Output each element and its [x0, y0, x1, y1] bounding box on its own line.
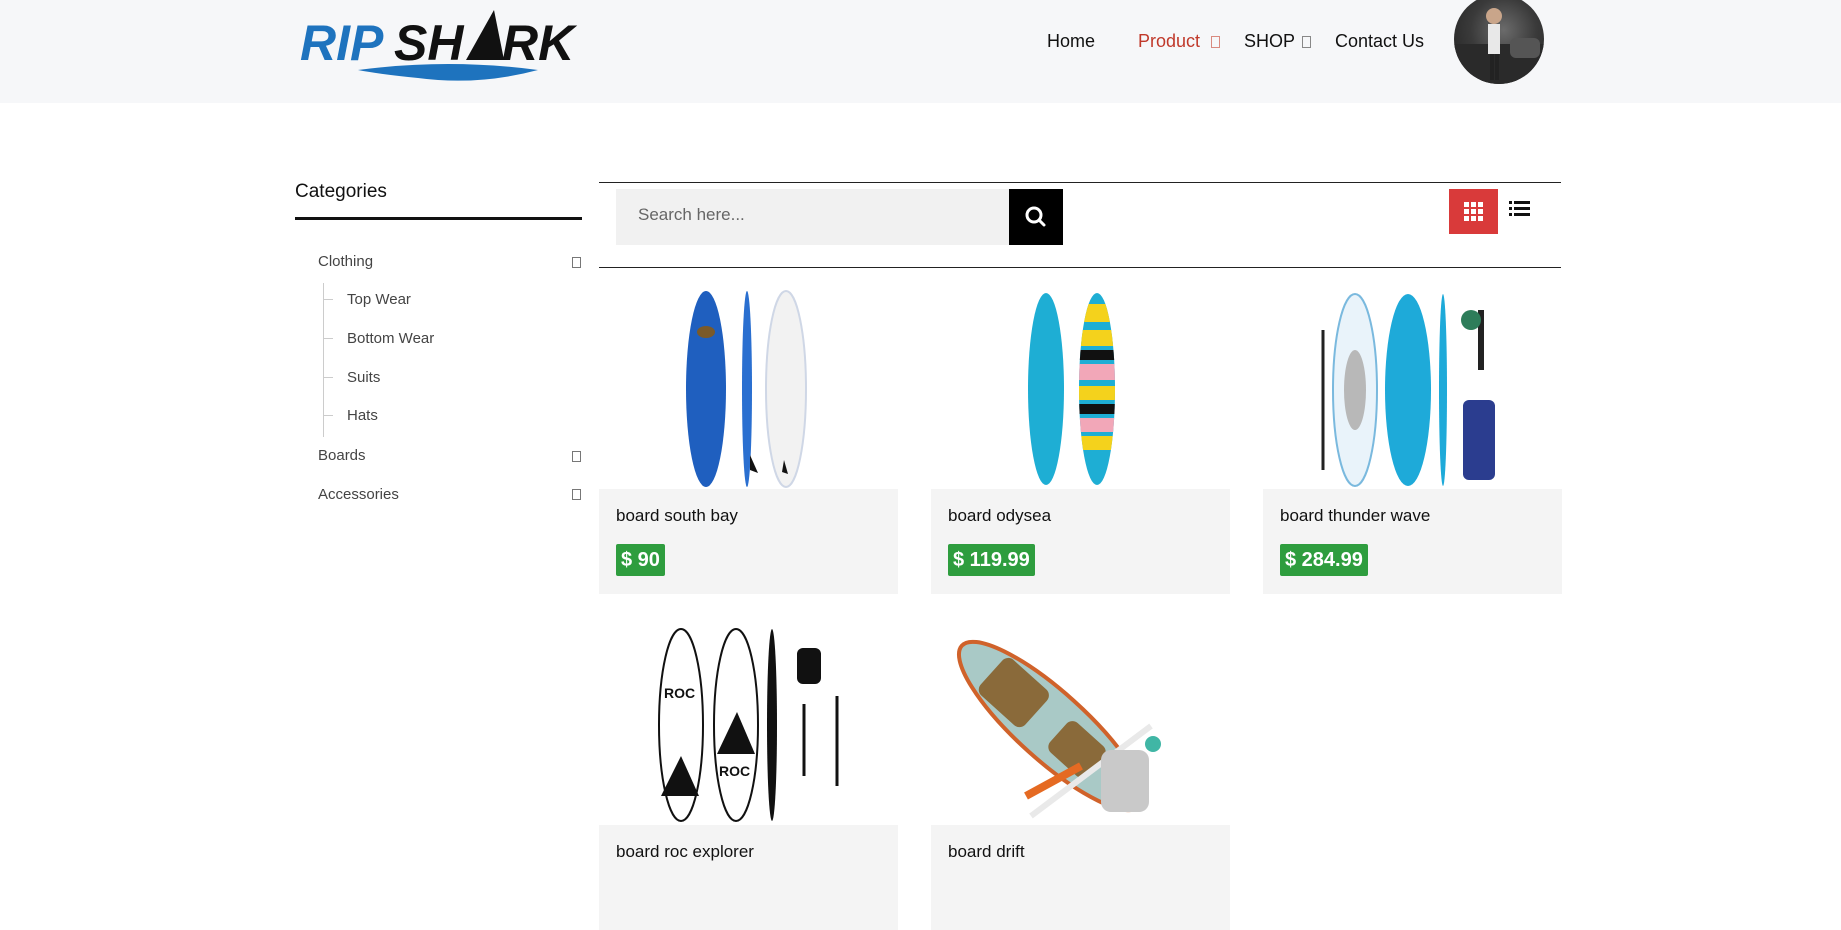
expand-icon[interactable]	[572, 451, 581, 462]
product-price: $ 119.99	[948, 544, 1035, 576]
logo-text-shark: SH	[394, 15, 464, 71]
categories-divider	[295, 217, 582, 220]
avatar-image	[1454, 8, 1544, 84]
category-boards[interactable]: Boards	[318, 447, 366, 464]
product-info: board odysea $ 119.99	[931, 489, 1230, 594]
nav-shop[interactable]: SHOP	[1244, 31, 1295, 55]
product-info: board south bay $ 90	[599, 489, 898, 594]
expand-icon[interactable]	[572, 489, 581, 500]
categories-title: Categories	[295, 181, 387, 202]
grid-view-button[interactable]	[1449, 189, 1498, 234]
product-name[interactable]: board south bay	[616, 506, 738, 526]
category-suits[interactable]: Suits	[347, 369, 380, 386]
product-image[interactable]	[931, 626, 1230, 825]
product-name[interactable]: board thunder wave	[1280, 506, 1430, 526]
toolbar-top-rule	[599, 182, 1561, 183]
category-accessories[interactable]: Accessories	[318, 486, 399, 503]
expand-icon[interactable]	[572, 257, 581, 268]
tree-tick	[323, 377, 333, 378]
search-placeholder: Search here...	[638, 205, 745, 224]
product-image[interactable]	[1263, 290, 1562, 489]
caret-icon[interactable]	[1302, 36, 1311, 48]
tree-tick	[323, 415, 333, 416]
nav-product[interactable]: Product	[1138, 31, 1200, 55]
ripshark-logo[interactable]: RIP SH RK	[298, 6, 588, 82]
product-info: board drift	[931, 825, 1230, 930]
shark-fin-icon	[466, 10, 504, 60]
grid-view-icon	[1464, 202, 1483, 221]
logo-text-rip: RIP	[300, 15, 384, 71]
product-name[interactable]: board odysea	[948, 506, 1051, 526]
product-name[interactable]: board drift	[948, 842, 1025, 862]
svg-text:ROC: ROC	[719, 763, 750, 779]
sup-kit-image	[1321, 293, 1495, 487]
product-info: board roc explorer	[599, 825, 898, 930]
sup-kit-image: ROC ROC	[658, 628, 839, 822]
product-info: board thunder wave $ 284.99	[1263, 489, 1562, 594]
product-image[interactable]	[931, 290, 1230, 489]
surfboard-image	[1028, 293, 1115, 485]
product-image[interactable]: ROC ROC	[599, 626, 898, 825]
sup-kit-image	[956, 639, 1161, 819]
category-clothing[interactable]: Clothing	[318, 253, 373, 270]
svg-text:ROC: ROC	[664, 685, 695, 701]
tree-tick	[323, 338, 333, 339]
product-image[interactable]	[599, 290, 898, 489]
category-bottom-wear[interactable]: Bottom Wear	[347, 330, 434, 347]
tree-line	[323, 283, 324, 437]
list-view-button[interactable]	[1508, 197, 1532, 221]
nav-home[interactable]: Home	[1047, 31, 1095, 55]
product-price: $ 284.99	[1280, 544, 1368, 576]
product-name[interactable]: board roc explorer	[616, 842, 754, 862]
site-header: RIP SH RK Home Product SHOP Contact Us	[0, 0, 1841, 103]
logo-text-rk: RK	[502, 15, 578, 71]
list-view-icon	[1509, 201, 1530, 216]
product-price: $ 90	[616, 544, 665, 576]
surfboard-image	[686, 290, 807, 488]
toolbar-bottom-rule	[599, 267, 1561, 268]
category-top-wear[interactable]: Top Wear	[347, 291, 411, 308]
search-button[interactable]	[1009, 189, 1063, 245]
tree-tick	[323, 299, 333, 300]
avatar[interactable]	[1454, 0, 1544, 84]
search-icon	[1025, 206, 1046, 227]
caret-icon[interactable]	[1211, 36, 1220, 48]
nav-contact[interactable]: Contact Us	[1335, 31, 1424, 55]
category-hats[interactable]: Hats	[347, 407, 378, 424]
